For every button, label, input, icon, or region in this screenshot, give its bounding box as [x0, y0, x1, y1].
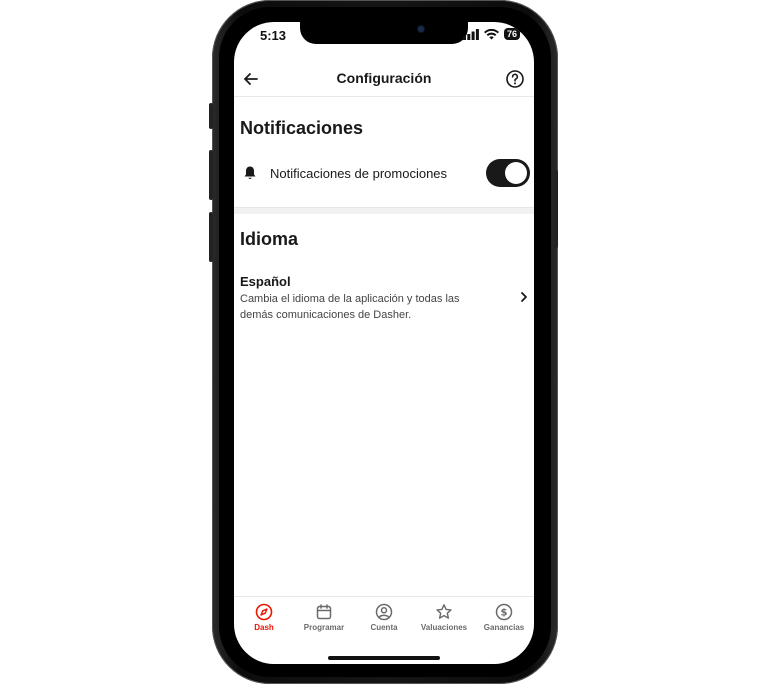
dollar-circle-icon: $: [495, 603, 513, 621]
battery-indicator: 76: [503, 28, 520, 40]
tab-label: Dash: [254, 623, 274, 632]
promo-notifications-toggle[interactable]: [486, 159, 530, 187]
home-indicator: [328, 656, 440, 660]
bell-icon: [244, 166, 256, 180]
promo-notifications-label: Notificaciones de promociones: [270, 166, 448, 181]
language-description: Cambia el idioma de la aplicación y toda…: [240, 293, 460, 321]
volume-down-button: [209, 212, 213, 262]
status-icons: 76: [462, 28, 520, 40]
bottom-tab-bar: Dash Programar Cuenta Valuaciones $ Gana…: [234, 596, 534, 641]
tab-label: Programar: [303, 623, 345, 632]
tab-dash[interactable]: Dash: [234, 603, 294, 632]
tab-label: Valuaciones: [420, 623, 468, 632]
tab-ganancias[interactable]: $ Ganancias: [474, 603, 534, 632]
app-header: Configuración: [234, 62, 534, 97]
silent-switch: [209, 103, 213, 129]
calendar-icon: [316, 604, 332, 620]
page-title: Configuración: [336, 70, 432, 86]
front-camera: [418, 26, 424, 32]
language-current: Español: [240, 274, 291, 289]
wifi-icon: [483, 28, 499, 39]
notch: [300, 22, 468, 44]
power-button: [554, 170, 558, 248]
notifications-heading: Notificaciones: [240, 118, 364, 138]
language-heading: Idioma: [240, 229, 299, 249]
person-circle-icon: [375, 603, 393, 621]
section-divider: [234, 207, 534, 214]
tab-valuaciones[interactable]: Valuaciones: [414, 603, 474, 632]
chevron-right-icon: [521, 292, 527, 302]
tab-programar[interactable]: Programar: [294, 603, 354, 632]
star-icon: [436, 604, 452, 619]
volume-up-button: [209, 150, 213, 200]
app-screen: 5:13 76 Configuración Notificaciones Not…: [234, 22, 534, 664]
help-icon[interactable]: [504, 68, 526, 90]
tab-label: Ganancias: [483, 623, 525, 632]
compass-icon: [255, 603, 273, 621]
tab-label: Cuenta: [370, 623, 398, 632]
toggle-knob: [505, 162, 527, 184]
tab-cuenta[interactable]: Cuenta: [354, 603, 414, 632]
svg-text:$: $: [501, 608, 508, 619]
status-time: 5:13: [260, 28, 287, 43]
signal-icon: [462, 28, 479, 40]
